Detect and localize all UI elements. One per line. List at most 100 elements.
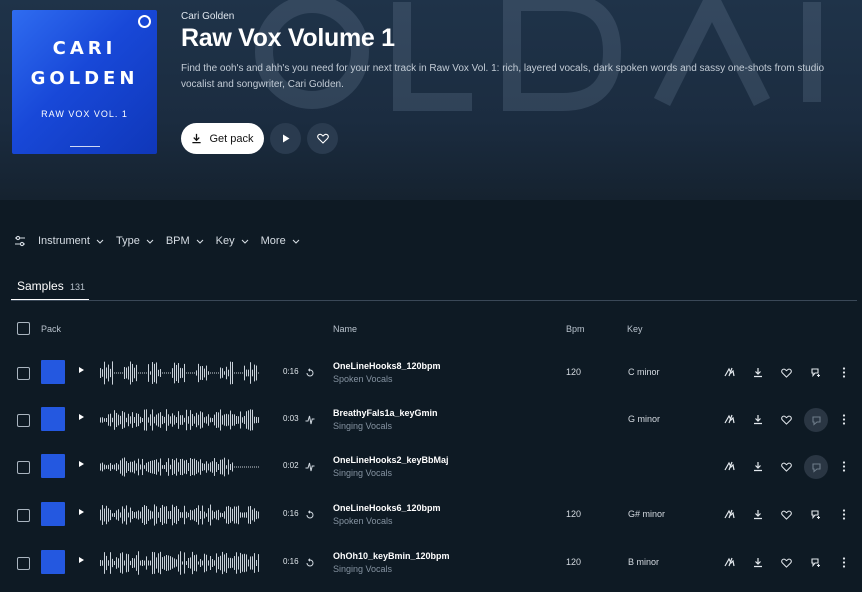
download-icon[interactable] [753,365,763,383]
heart-icon[interactable] [781,365,792,383]
pack-thumbnail[interactable] [41,360,65,384]
page-title: Raw Vox Volume 1 [181,24,395,52]
like-pack-button[interactable] [307,123,338,154]
duration: 0:16 [283,509,299,518]
pack-cover-art[interactable]: CARI GOLDEN RAW VOX VOL. 1 [12,10,157,154]
pack-thumbnail[interactable] [41,502,65,526]
sample-bpm: 120 [566,557,582,567]
one-shot-icon [305,412,315,430]
chevron-down-icon [292,239,300,244]
download-icon[interactable] [753,555,763,573]
duration: 0:02 [283,461,299,470]
filter-key[interactable]: Key [216,235,249,247]
filter-sliders-icon[interactable] [14,235,26,247]
sample-name[interactable]: BreathyFals1a_keyGmin [333,408,438,418]
heart-icon[interactable] [781,412,792,430]
select-all-checkbox[interactable] [17,322,30,335]
table-row[interactable]: 0:03 BreathyFals1a_keyGmin Singing Vocals G… [0,397,862,444]
row-checkbox[interactable] [17,461,30,474]
find-similar-icon[interactable] [724,507,735,525]
tab-samples[interactable]: Samples 131 [17,279,85,293]
table-row[interactable]: 0:16 OneLineHooks6_120bpm Spoken Vocals 120… [0,492,862,539]
sample-tags: Singing Vocals [333,468,393,478]
download-icon[interactable] [753,459,763,477]
play-icon [282,134,289,143]
tab-samples-label: Samples [17,279,64,293]
row-checkbox[interactable] [17,557,30,570]
sample-name[interactable]: OneLineHooks8_120bpm [333,361,441,371]
brand-logo-icon [138,15,151,28]
play-icon[interactable] [79,557,84,563]
play-icon[interactable] [79,414,84,420]
signature-mark [70,138,100,147]
play-icon[interactable] [79,509,84,515]
sample-key: G# minor [628,509,666,519]
filter-type[interactable]: Type [116,235,154,247]
play-pack-button[interactable] [270,123,301,154]
waveform[interactable] [99,360,264,386]
table-row[interactable]: 0:16 OneLineHooks8_120bpm Spoken Vocals 120… [0,350,862,397]
waveform[interactable] [99,550,264,576]
sample-tags: Spoken Vocals [333,374,393,384]
download-icon[interactable] [753,507,763,525]
filter-label: Type [115,235,140,247]
filter-bpm[interactable]: BPM [166,235,204,247]
chevron-down-icon [241,239,249,244]
duration: 0:03 [283,414,299,423]
match-button[interactable] [804,455,828,479]
find-similar-icon[interactable] [724,555,735,573]
chevron-down-icon [196,239,204,244]
more-options-icon[interactable] [842,412,846,430]
play-icon[interactable] [79,461,84,467]
column-header-name[interactable]: Name [333,324,357,334]
column-header-key[interactable]: Key [627,324,643,334]
one-shot-icon [305,459,315,477]
sample-name[interactable]: OneLineHooks6_120bpm [333,503,441,513]
download-icon[interactable] [753,412,763,430]
column-header-pack: Pack [41,324,62,334]
cover-title-line2: GOLDEN [30,68,139,89]
row-checkbox[interactable] [17,509,30,522]
pack-thumbnail[interactable] [41,550,65,574]
get-pack-button[interactable]: Get pack [181,123,264,154]
more-options-icon[interactable] [842,459,846,477]
find-similar-icon[interactable] [724,459,735,477]
get-pack-label: Get pack [209,132,254,145]
pack-thumbnail[interactable] [41,407,65,431]
find-similar-icon[interactable] [724,365,735,383]
pack-thumbnail[interactable] [41,454,65,478]
table-row[interactable]: 0:02 OneLineHooks2_keyBbMaj Singing Vocals [0,444,862,491]
filter-bar: Instrument Type BPM Key More [14,233,312,249]
waveform[interactable] [99,502,264,528]
match-icon[interactable] [810,507,822,525]
waveform[interactable] [99,454,264,480]
match-icon[interactable] [810,555,822,573]
column-header-bpm[interactable]: Bpm [566,324,585,334]
sample-name[interactable]: OhOh10_keyBmin_120bpm [333,551,450,561]
chevron-down-icon [146,239,154,244]
more-options-icon[interactable] [842,555,846,573]
loop-icon [305,507,315,525]
artist-name[interactable]: Cari Golden [181,11,234,22]
row-checkbox[interactable] [17,367,30,380]
waveform[interactable] [99,407,264,433]
filter-label: More [260,235,286,247]
heart-icon [316,133,329,144]
filter-instrument[interactable]: Instrument [38,235,104,247]
sample-key: B minor [628,557,660,567]
heart-icon[interactable] [781,507,792,525]
heart-icon[interactable] [781,459,792,477]
more-options-icon[interactable] [842,507,846,525]
heart-icon[interactable] [781,555,792,573]
filter-label: Key [215,235,235,247]
more-options-icon[interactable] [842,365,846,383]
sample-key: G minor [628,414,661,424]
filter-more[interactable]: More [261,235,300,247]
table-row[interactable]: 0:16 OhOh10_keyBmin_120bpm Singing Vocals 1… [0,540,862,587]
sample-name[interactable]: OneLineHooks2_keyBbMaj [333,455,449,465]
match-icon[interactable] [810,365,822,383]
find-similar-icon[interactable] [724,412,735,430]
match-button[interactable] [804,408,828,432]
play-icon[interactable] [79,367,84,373]
row-checkbox[interactable] [17,414,30,427]
